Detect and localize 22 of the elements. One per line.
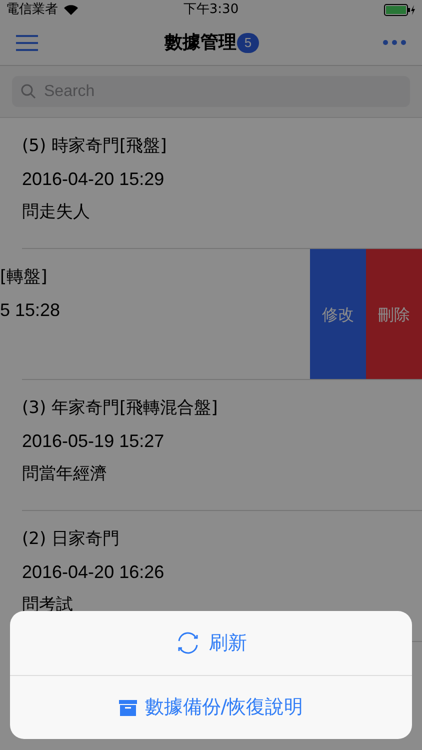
action-sheet-item[interactable]: 數據備份/恢復說明 bbox=[10, 675, 412, 739]
record-question: 問當年經濟 bbox=[22, 463, 108, 486]
record-title: (2) 日家奇門 bbox=[22, 528, 120, 551]
record-date: 2016-04-20 15:29 bbox=[22, 168, 166, 191]
wifi-icon bbox=[64, 5, 78, 15]
menu-button[interactable] bbox=[16, 32, 40, 52]
search-icon bbox=[21, 84, 36, 99]
delete-button[interactable]: 刪除 bbox=[366, 249, 422, 380]
count-badge: 5 bbox=[237, 32, 259, 52]
record-date: 2016-05-19 15:27 bbox=[22, 430, 166, 453]
record-title: [轉盤] bbox=[0, 266, 48, 289]
record-title: (5) 時家奇門[飛盤] bbox=[22, 135, 168, 158]
carrier-name: 電信業者 bbox=[6, 1, 58, 20]
record-title: (3) 年家奇門[飛轉混合盤] bbox=[22, 397, 219, 420]
record-question: 問走失人 bbox=[22, 201, 91, 224]
status-time: 下午3:30 bbox=[183, 1, 239, 20]
edit-button[interactable]: 修改 bbox=[310, 249, 366, 380]
record-date: 2016-04-20 16:26 bbox=[22, 561, 166, 584]
archive-box-icon bbox=[118, 700, 137, 716]
nav-title: 數據管理 bbox=[164, 31, 236, 55]
record-date: 5 15:28 bbox=[0, 299, 62, 322]
battery-icon bbox=[384, 4, 416, 16]
